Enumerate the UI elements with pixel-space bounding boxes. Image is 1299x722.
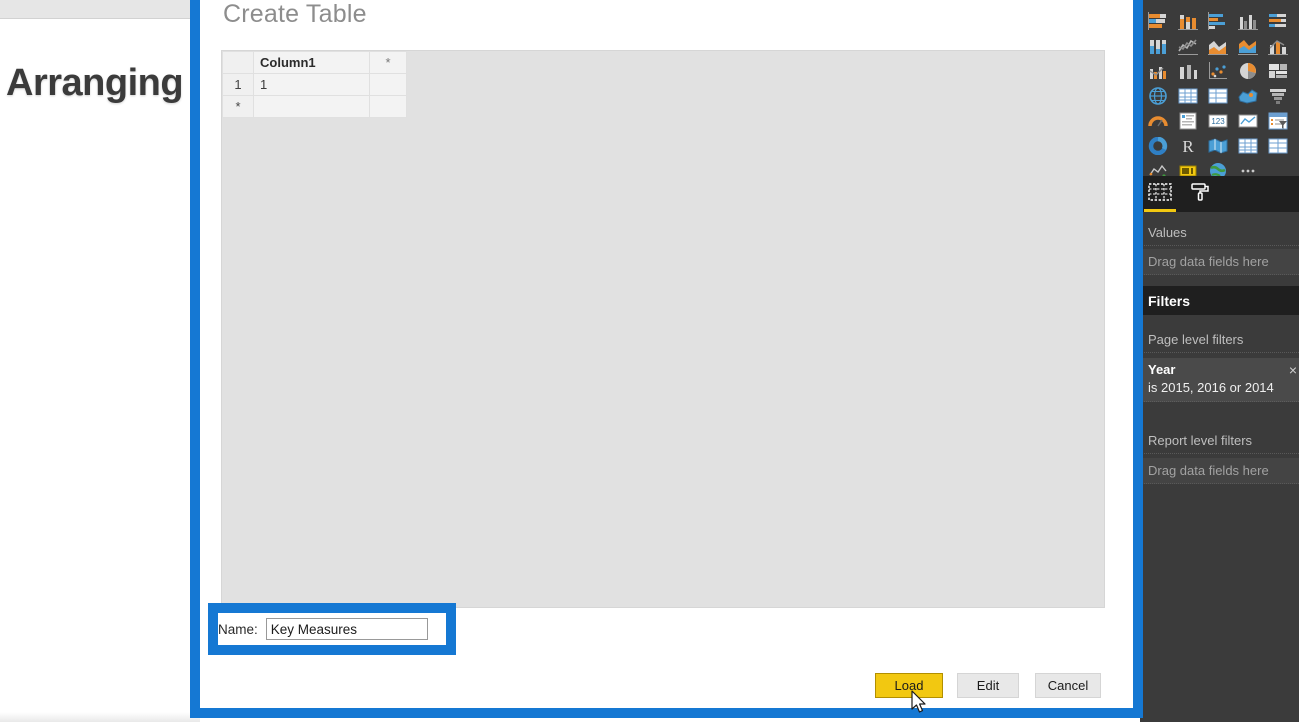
pie-chart-icon[interactable] xyxy=(1233,58,1263,83)
matrix-icon[interactable] xyxy=(1203,83,1233,108)
table-grid-icon[interactable] xyxy=(1263,133,1293,158)
line-stacked-column-chart-icon[interactable] xyxy=(1263,33,1293,58)
filters-header: Filters xyxy=(1140,286,1299,315)
table-icon[interactable] xyxy=(1173,83,1203,108)
matrix-grid-icon[interactable] xyxy=(1233,133,1263,158)
shape-map-icon[interactable] xyxy=(1203,133,1233,158)
clustered-bar-chart-icon[interactable] xyxy=(1203,8,1233,33)
100-stacked-bar-chart-icon[interactable] xyxy=(1263,8,1293,33)
stacked-bar-chart-icon[interactable] xyxy=(1143,8,1173,33)
scatter-chart-icon[interactable] xyxy=(1203,58,1233,83)
values-dropzone[interactable]: Drag data fields here xyxy=(1140,249,1299,275)
filled-map-icon[interactable] xyxy=(1233,83,1263,108)
visualization-type-gallery[interactable]: 123 R xyxy=(1140,8,1299,183)
format-tab[interactable] xyxy=(1180,176,1220,212)
page-level-filters-label: Page level filters xyxy=(1140,327,1299,353)
filter-remove-icon[interactable]: × xyxy=(1289,363,1297,377)
svg-text:R: R xyxy=(1182,137,1194,155)
report-level-filters-label: Report level filters xyxy=(1140,428,1299,454)
background-top-bar xyxy=(0,0,200,19)
area-chart-icon[interactable] xyxy=(1203,33,1233,58)
visualizations-panel: 123 R Values Drag data fields here Filte… xyxy=(1140,0,1299,722)
fields-grid-icon xyxy=(1148,182,1172,207)
filter-card-year[interactable]: Year is 2015, 2016 or 2014 × xyxy=(1140,358,1299,402)
map-icon[interactable] xyxy=(1143,83,1173,108)
report-level-dropzone[interactable]: Drag data fields here xyxy=(1140,458,1299,484)
clustered-column-chart-icon[interactable] xyxy=(1233,8,1263,33)
filter-condition: is 2015, 2016 or 2014 xyxy=(1148,380,1274,395)
multi-row-card-icon[interactable] xyxy=(1173,108,1203,133)
slicer-icon[interactable] xyxy=(1263,108,1293,133)
donut-chart-icon[interactable] xyxy=(1143,133,1173,158)
ribbon-chart-icon[interactable] xyxy=(1173,58,1203,83)
gauge-icon[interactable] xyxy=(1143,108,1173,133)
funnel-icon[interactable] xyxy=(1263,83,1293,108)
dialog-highlight-outline xyxy=(190,0,1143,718)
fields-tab[interactable] xyxy=(1140,176,1180,212)
paint-roller-icon xyxy=(1189,181,1211,208)
kpi-icon[interactable] xyxy=(1233,108,1263,133)
line-chart-icon[interactable] xyxy=(1173,33,1203,58)
treemap-icon[interactable] xyxy=(1263,58,1293,83)
stacked-column-chart-icon[interactable] xyxy=(1173,8,1203,33)
stacked-area-chart-icon[interactable] xyxy=(1233,33,1263,58)
r-script-visual-icon[interactable]: R xyxy=(1173,133,1203,158)
filter-field-name: Year xyxy=(1148,362,1176,377)
100-stacked-column-chart-icon[interactable] xyxy=(1143,33,1173,58)
line-clustered-column-chart-icon[interactable] xyxy=(1143,58,1173,83)
card-icon[interactable]: 123 xyxy=(1203,108,1233,133)
background-bottom-bar xyxy=(0,712,200,722)
background-heading: Arranging xyxy=(6,62,184,104)
panel-tabs[interactable] xyxy=(1140,176,1299,212)
values-label: Values xyxy=(1140,220,1299,246)
svg-text:123: 123 xyxy=(1211,117,1225,126)
